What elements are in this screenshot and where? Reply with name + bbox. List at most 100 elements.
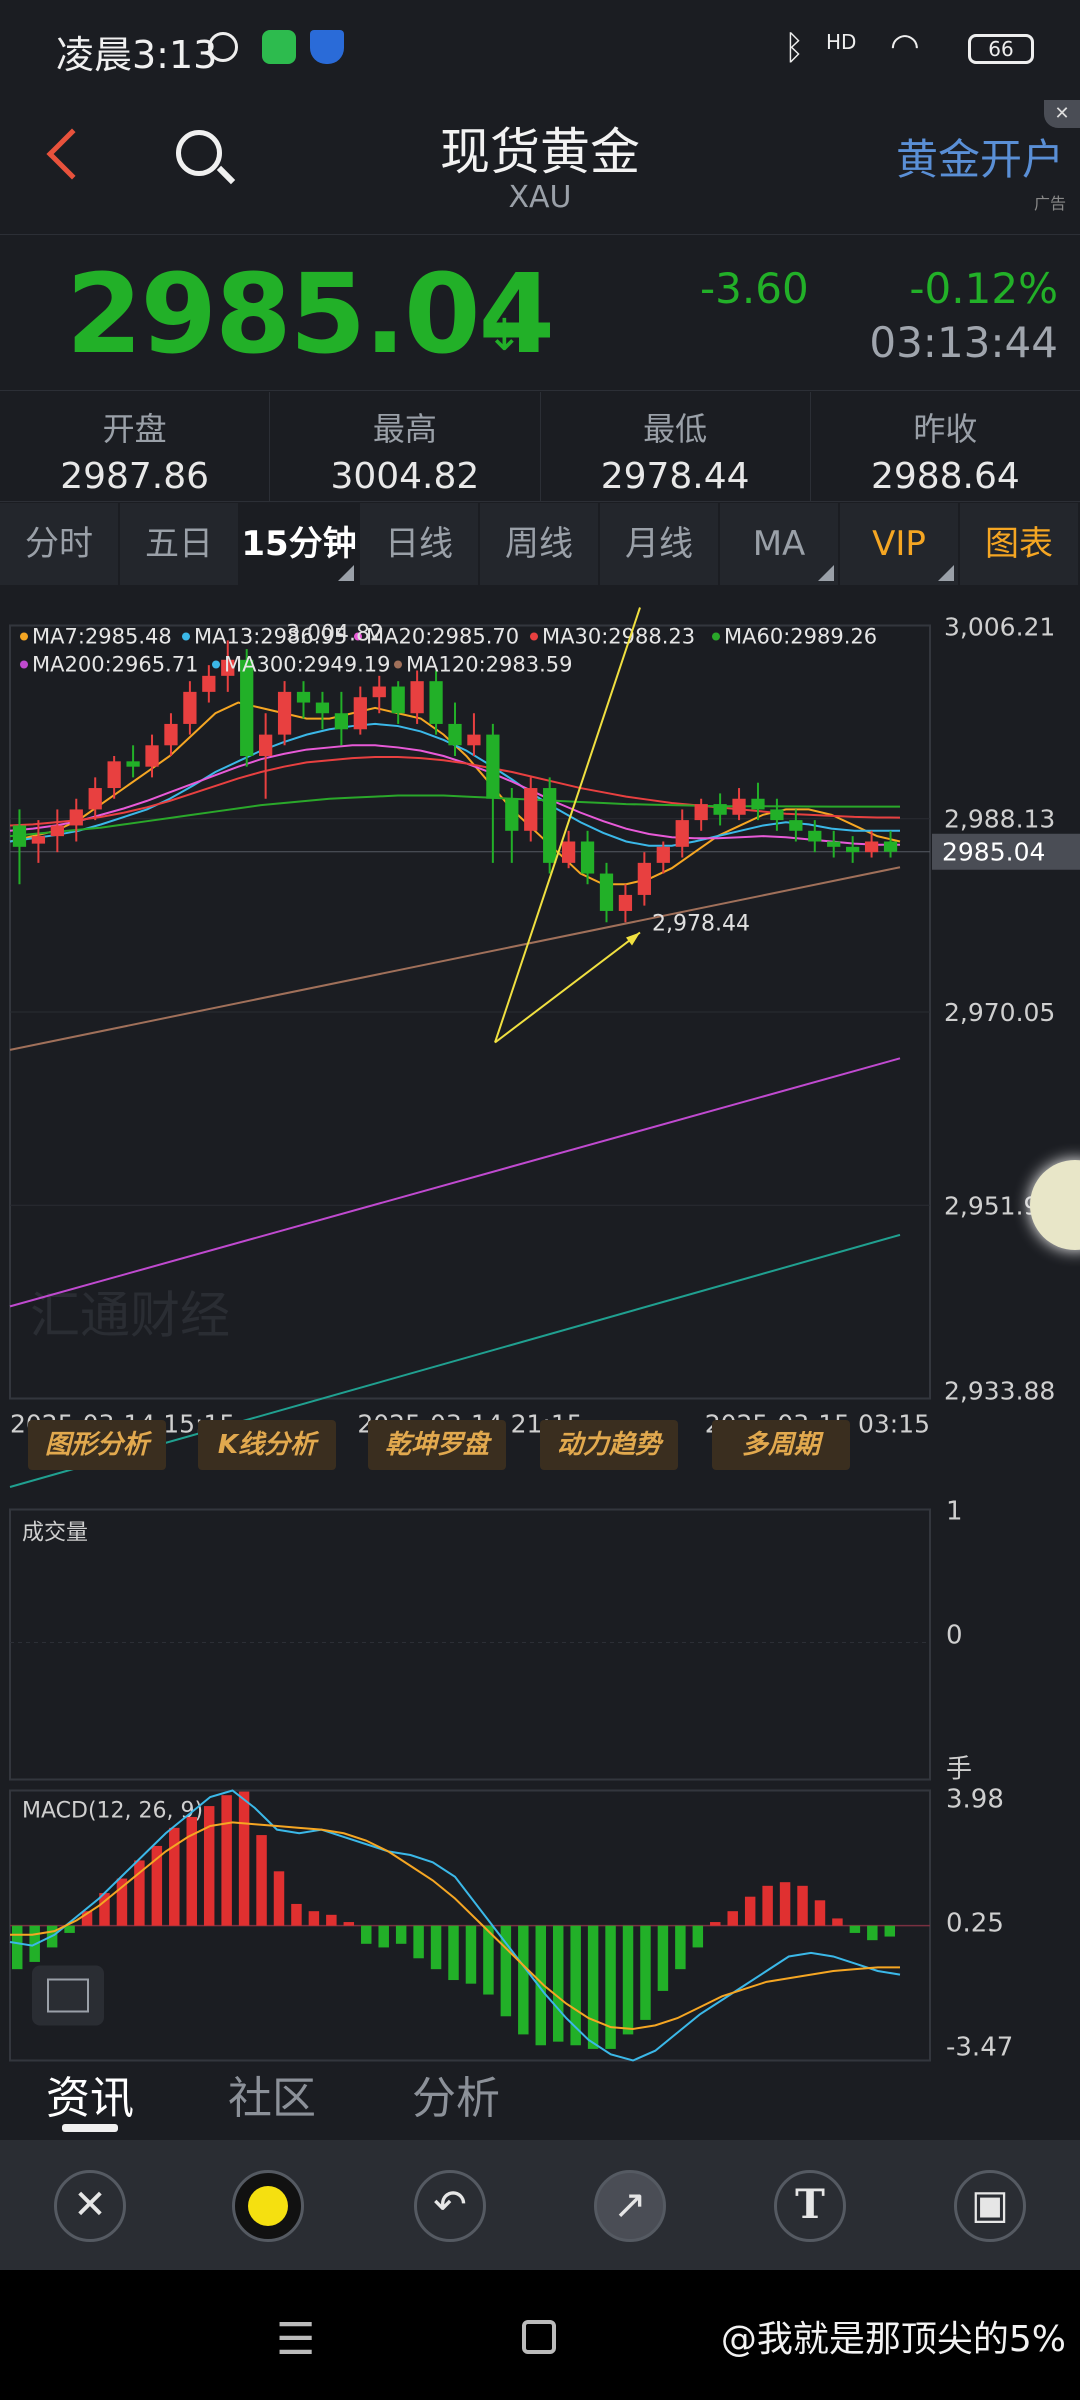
home-icon[interactable] bbox=[522, 2320, 556, 2354]
tool-shape-analysis[interactable]: 图形分析 bbox=[28, 1420, 166, 1470]
volume-label: 成交量 bbox=[22, 1521, 88, 1546]
legend-ma120: MA120:2983.59 bbox=[406, 653, 572, 677]
tool-compass[interactable]: 乾坤罗盘 bbox=[368, 1420, 506, 1470]
candle-body bbox=[486, 734, 500, 799]
menu-icon[interactable]: ☰ bbox=[276, 2314, 315, 2365]
volume-panel-frame bbox=[9, 1508, 931, 1781]
annotation-arrow[interactable] bbox=[494, 931, 641, 1044]
macd-histogram-bar bbox=[395, 1925, 407, 1944]
shield-icon bbox=[310, 30, 344, 64]
macd-histogram-bar bbox=[326, 1914, 337, 1926]
undo-icon[interactable]: ↶ bbox=[414, 2170, 486, 2242]
macd-histogram-bar bbox=[849, 1925, 861, 1933]
fullscreen-button[interactable] bbox=[32, 1965, 104, 2026]
ad-link[interactable]: 黄金开户 bbox=[896, 126, 1064, 187]
candle-body bbox=[543, 788, 557, 863]
close-icon[interactable]: ✕ bbox=[54, 2170, 126, 2242]
system-nav-bar: ☰ @我就是那顶尖的5% bbox=[0, 2270, 1080, 2400]
candle-body bbox=[391, 686, 405, 714]
volume-axis-top: 1 bbox=[946, 1497, 963, 1527]
dropdown-corner-icon bbox=[338, 565, 354, 581]
tab-label: 15分钟 bbox=[241, 524, 357, 564]
macd-histogram-bar bbox=[640, 1925, 651, 2020]
quote-time: 03:13:44 bbox=[869, 318, 1058, 367]
stat-value: 2988.64 bbox=[870, 456, 1020, 497]
legend-ma200: MA200:2965.71 bbox=[32, 653, 198, 677]
candle-body bbox=[88, 788, 102, 810]
macd-label: MACD(12, 26, 9) bbox=[22, 1799, 203, 1824]
tab-vip[interactable]: VIP bbox=[840, 503, 960, 585]
arrow-icon[interactable]: ↗ bbox=[594, 2170, 666, 2242]
tab-five-day[interactable]: 五日 bbox=[120, 503, 240, 585]
macd-histogram-bar bbox=[221, 1795, 232, 1926]
tab-ma[interactable]: MA bbox=[720, 503, 840, 585]
candle-body bbox=[277, 691, 292, 735]
tab-news[interactable]: 资讯 bbox=[46, 2062, 134, 2126]
tab-15min[interactable]: 15分钟 bbox=[240, 503, 360, 585]
candle-body bbox=[713, 804, 727, 815]
candle-body bbox=[789, 820, 803, 831]
tool-multi-period[interactable]: 多周期 bbox=[712, 1420, 850, 1470]
tab-intraday[interactable]: 分时 bbox=[0, 503, 120, 585]
ma-line-ma20 bbox=[9, 744, 900, 846]
tab-monthly[interactable]: 月线 bbox=[600, 503, 720, 585]
tab-community[interactable]: 社区 bbox=[228, 2062, 316, 2126]
tab-daily[interactable]: 日线 bbox=[360, 503, 480, 585]
candle-body bbox=[561, 841, 576, 863]
macd-histogram-bar bbox=[273, 1871, 285, 1926]
close-ad-icon[interactable]: ✕ bbox=[1044, 100, 1080, 128]
text-icon[interactable]: T bbox=[774, 2170, 846, 2242]
period-tabs: 分时 五日 15分钟 日线 周线 月线 MA VIP 图表 bbox=[0, 503, 1080, 585]
candle-body bbox=[429, 681, 443, 724]
macd-histogram-bar bbox=[552, 1925, 564, 2042]
macd-histogram-bar bbox=[692, 1925, 704, 1948]
candle-body bbox=[827, 841, 841, 847]
stat-open: 开盘 2987.86 bbox=[0, 392, 271, 501]
watermark: 汇通财经 bbox=[30, 1287, 230, 1345]
wifi-icon: ◠ bbox=[890, 26, 920, 66]
stat-prev-close: 昨收 2988.64 bbox=[811, 392, 1080, 501]
candle-body bbox=[50, 825, 64, 837]
macd-histogram-bar bbox=[675, 1925, 686, 1970]
stat-label: 最高 bbox=[372, 410, 437, 448]
price-tick-upper: 2,988.13 bbox=[944, 805, 1055, 834]
quote-panel: 2985.04 ↓ -3.60 -0.12% 03:13:44 bbox=[0, 236, 1080, 391]
candle-body bbox=[846, 846, 860, 853]
legend-ma7: MA7:2985.48 bbox=[32, 625, 172, 649]
save-icon[interactable]: ▣ bbox=[954, 2170, 1026, 2242]
candle-body bbox=[505, 798, 519, 831]
tab-chart[interactable]: 图表 bbox=[960, 503, 1080, 585]
price-grid bbox=[10, 818, 930, 1206]
candle-body bbox=[580, 841, 595, 874]
news-tabs: 资讯 社区 分析 bbox=[0, 2040, 1080, 2140]
candle-body bbox=[599, 873, 614, 911]
alarm-icon bbox=[208, 32, 238, 62]
macd-histogram-bar bbox=[64, 1925, 75, 1933]
tab-weekly[interactable]: 周线 bbox=[480, 503, 600, 585]
candle-body bbox=[202, 675, 216, 692]
macd-histogram-bar bbox=[361, 1925, 372, 1944]
candle-body bbox=[637, 862, 651, 895]
legend-ma30: MA30:2988.23 bbox=[542, 625, 695, 649]
stat-value: 2978.44 bbox=[600, 456, 750, 497]
color-dot bbox=[248, 2186, 288, 2226]
battery-icon: 66 bbox=[968, 34, 1034, 64]
tab-analysis[interactable]: 分析 bbox=[412, 2062, 500, 2126]
candle-body bbox=[31, 836, 46, 844]
macd-histogram-bar bbox=[814, 1900, 826, 1926]
legend-dot bbox=[20, 632, 28, 641]
high-price-label: 3,004.82 bbox=[286, 622, 384, 647]
macd-chart bbox=[9, 1789, 930, 2062]
candle-body bbox=[656, 846, 670, 863]
chart-area[interactable]: 汇通财经 MA7:2985.48 MA13:2986.95 MA20:2985.70… bbox=[0, 585, 1080, 2085]
tool-kline-analysis[interactable]: K线分析 bbox=[198, 1420, 336, 1470]
candle-body bbox=[183, 691, 197, 724]
macd-histogram-bar bbox=[797, 1885, 808, 1926]
color-yellow-icon[interactable] bbox=[232, 2170, 304, 2242]
active-tab-underline bbox=[62, 2124, 118, 2132]
tool-momentum[interactable]: 动力趋势 bbox=[540, 1420, 678, 1470]
candle-body bbox=[353, 697, 367, 730]
legend-ma20: MA20:2985.70 bbox=[366, 625, 519, 649]
ma-legend: MA7:2985.48 MA13:2986.95 MA20:2985.70 MA30:… bbox=[20, 625, 877, 677]
price-tick-top: 3,006.21 bbox=[944, 613, 1055, 642]
